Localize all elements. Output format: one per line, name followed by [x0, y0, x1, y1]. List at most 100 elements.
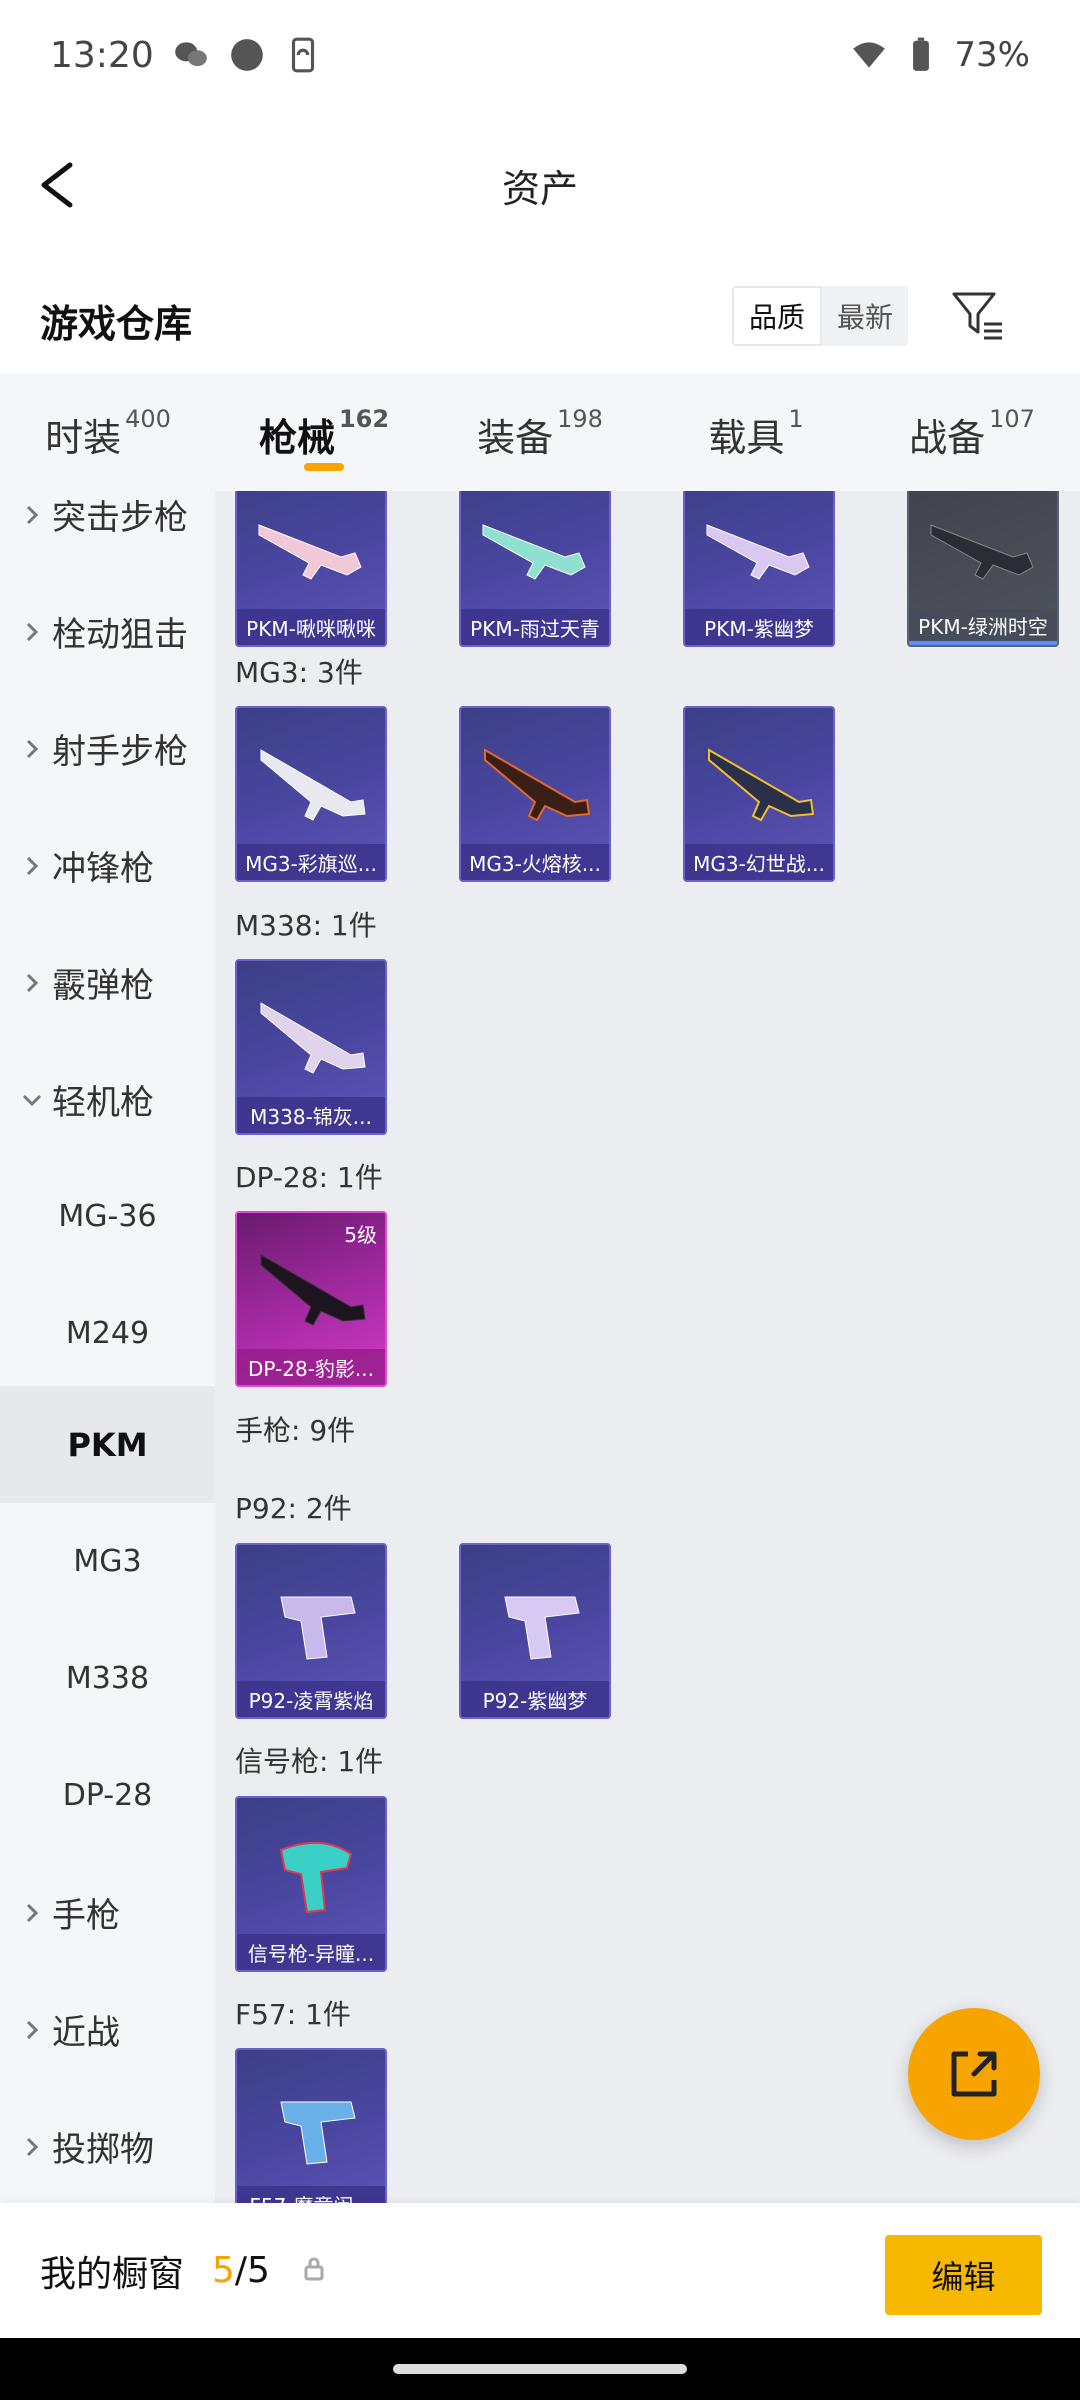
- sidebar-item-label: 射手步枪: [52, 732, 188, 772]
- tab-count: 107: [989, 405, 1035, 433]
- tab-label: 时装: [45, 416, 122, 460]
- skin-card[interactable]: 5级 DP-28-豹影...: [235, 1211, 387, 1387]
- group-label-m338: M338: 1件: [235, 909, 377, 942]
- warehouse-title: 游戏仓库: [40, 301, 193, 346]
- group-label-flare: 信号枪: 1件: [235, 1745, 384, 1778]
- tab-label: 战备: [909, 416, 986, 460]
- filter-icon[interactable]: [948, 286, 1008, 346]
- skin-card-caption: PKM-啾咪啾咪: [237, 609, 385, 645]
- sidebar-item-label: 突击步枪: [52, 498, 188, 538]
- sidebar-subitem-pkm[interactable]: PKM: [0, 1386, 215, 1503]
- wifi-icon: [853, 42, 886, 68]
- group-label-mg3: MG3: 3件: [235, 656, 363, 689]
- circle-icon: [230, 39, 263, 71]
- pistol-icon: [504, 1596, 580, 1660]
- skin-card[interactable]: PKM-啾咪啾咪: [235, 491, 387, 647]
- tab-count: 162: [338, 405, 390, 433]
- chevron-right-icon: [26, 973, 39, 992]
- rifle-icon: [706, 524, 810, 580]
- skin-card-caption: PKM-紫幽梦: [685, 609, 833, 645]
- chevron-right-icon: [26, 2020, 39, 2039]
- skin-card[interactable]: MG3-幻世战...: [683, 706, 835, 882]
- warehouse-header: 游戏仓库 品质 最新: [0, 270, 1080, 370]
- wechat-icon: [174, 42, 207, 67]
- tab-label: 载具: [708, 416, 785, 460]
- tab-label: 装备: [477, 416, 554, 460]
- skin-card-caption: MG3-幻世战...: [685, 844, 833, 880]
- sidebar-item-label: 霰弹枪: [52, 966, 154, 1006]
- tab-firearms[interactable]: 枪械 162: [216, 373, 432, 491]
- rifle-icon: [930, 524, 1034, 580]
- status-bar: 13:20 73%: [0, 0, 1080, 110]
- sidebar-item-label: 近战: [52, 2013, 120, 2053]
- lock-icon: [304, 2257, 324, 2281]
- skin-card[interactable]: P92-紫幽梦: [459, 1543, 611, 1719]
- sidebar-item-bolt-sniper[interactable]: 栓动狙击: [0, 573, 215, 690]
- sidebar-item-label: 栓动狙击: [52, 615, 188, 655]
- group-label-f57: F57: 1件: [235, 1998, 351, 2031]
- pistol-icon: [280, 1596, 356, 1660]
- chevron-right-icon: [26, 856, 39, 875]
- skin-card-caption: MG3-火熔核...: [461, 844, 609, 880]
- sidebar-subitem-dp28[interactable]: DP-28: [0, 1737, 215, 1854]
- chevron-right-icon: [26, 739, 39, 758]
- skin-card-caption: P92-紫幽梦: [461, 1681, 609, 1717]
- tab-equipment[interactable]: 装备 198: [432, 373, 648, 491]
- skin-card[interactable]: 信号枪-异瞳...: [235, 1796, 387, 1972]
- sidebar-subitem-m338[interactable]: M338: [0, 1620, 215, 1737]
- back-arrow-icon[interactable]: [30, 155, 90, 215]
- sidebar-item-throwable[interactable]: 投掷物: [0, 2088, 215, 2203]
- page-title: 资产: [501, 166, 578, 211]
- phone-sync-icon: [291, 37, 314, 73]
- rifle-icon: [260, 749, 366, 821]
- tab-supplies[interactable]: 战备 107: [864, 373, 1080, 491]
- sort-quality-button[interactable]: 品质: [732, 286, 822, 346]
- skin-card[interactable]: PKM-雨过天青: [459, 491, 611, 647]
- sidebar-item-smg[interactable]: 冲锋枪: [0, 807, 215, 924]
- chevron-down-icon: [22, 1094, 42, 1106]
- rifle-icon: [484, 748, 591, 822]
- sidebar-item-lmg[interactable]: 轻机枪: [0, 1041, 215, 1158]
- battery-icon: [913, 37, 930, 71]
- showcase-count: 5/5: [212, 2250, 270, 2291]
- skin-card[interactable]: F57-魔童闹...: [235, 2048, 387, 2203]
- skin-card[interactable]: MG3-火熔核...: [459, 706, 611, 882]
- rifle-icon: [482, 524, 586, 580]
- sidebar-item-melee[interactable]: 近战: [0, 1971, 215, 2088]
- tab-vehicles[interactable]: 载具 1: [648, 373, 864, 491]
- skin-card[interactable]: M338-锦灰...: [235, 959, 387, 1135]
- rifle-icon: [708, 748, 815, 822]
- chevron-right-icon: [26, 622, 39, 641]
- skin-card[interactable]: P92-凌霄紫焰: [235, 1543, 387, 1719]
- group-label-pistol: 手枪: 9件: [235, 1414, 356, 1447]
- share-fab-button[interactable]: [908, 2008, 1040, 2140]
- page-header: 资产: [0, 120, 1080, 250]
- edit-button[interactable]: 编辑: [885, 2235, 1042, 2315]
- sidebar-subitem-mg36[interactable]: MG-36: [0, 1158, 215, 1275]
- status-time: 13:20: [50, 34, 154, 76]
- skin-card-caption: PKM-雨过天青: [461, 609, 609, 645]
- skin-card-caption: P92-凌霄紫焰: [237, 1681, 385, 1717]
- skin-card-caption: MG3-彩旗巡...: [237, 844, 385, 880]
- skin-card-caption: M338-锦灰...: [237, 1097, 385, 1133]
- flare-gun-icon: [279, 1841, 353, 1914]
- skin-card-caption: PKM-绿洲时空: [909, 609, 1057, 645]
- showcase-bar: 我的橱窗 5/5 编辑: [0, 2203, 1080, 2338]
- sidebar-item-assault-rifle[interactable]: 突击步枪: [0, 491, 215, 573]
- sidebar-subitem-m249[interactable]: M249: [0, 1275, 215, 1392]
- sidebar-item-marksman-rifle[interactable]: 射手步枪: [0, 690, 215, 807]
- skin-card[interactable]: PKM-绿洲时空: [907, 491, 1059, 647]
- sidebar-subitem-mg3[interactable]: MG3: [0, 1503, 215, 1620]
- tab-count: 1: [788, 405, 804, 433]
- sort-latest-button[interactable]: 最新: [822, 286, 908, 346]
- skin-card[interactable]: PKM-紫幽梦: [683, 491, 835, 647]
- chevron-right-icon: [26, 2137, 39, 2156]
- sidebar-item-pistol[interactable]: 手枪: [0, 1854, 215, 1971]
- sidebar-item-shotgun[interactable]: 霰弹枪: [0, 924, 215, 1041]
- home-indicator[interactable]: [393, 2364, 687, 2374]
- skin-card[interactable]: MG3-彩旗巡...: [235, 706, 387, 882]
- skin-card-caption: 信号枪-异瞳...: [237, 1934, 385, 1970]
- rifle-icon: [258, 524, 362, 580]
- tab-fashion[interactable]: 时装 400: [0, 373, 216, 491]
- group-label-p92: P92: 2件: [235, 1492, 352, 1525]
